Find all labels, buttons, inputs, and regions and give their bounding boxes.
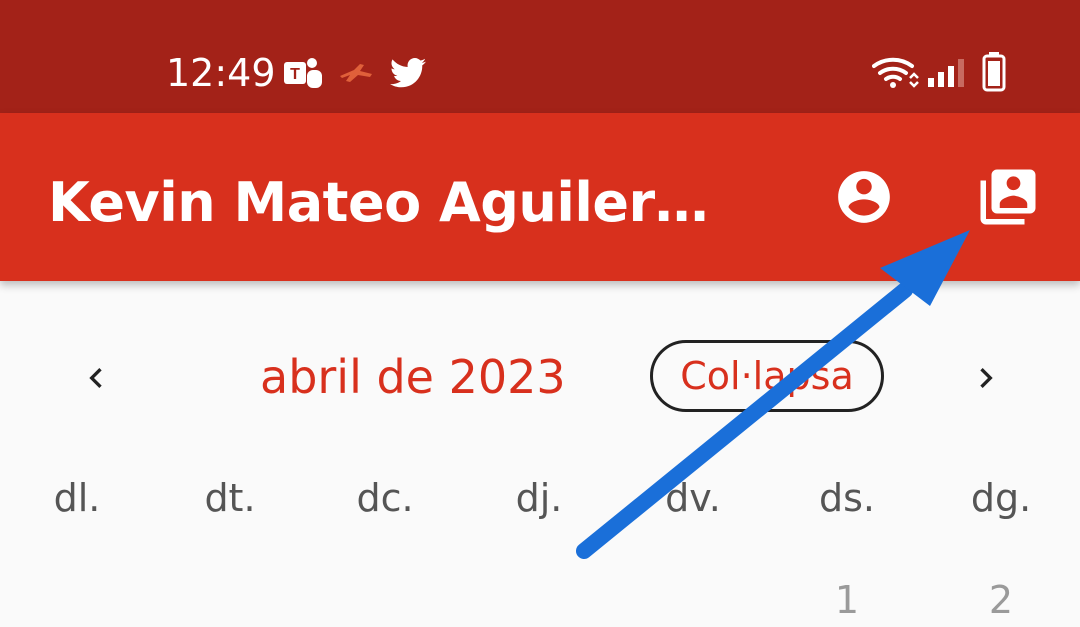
wifi-icon xyxy=(872,57,919,88)
svg-text:T: T xyxy=(290,66,300,83)
chevron-right-icon xyxy=(980,368,993,388)
app-bar: Kevin Mateo Aguilera G... xyxy=(0,113,1080,281)
weekday-label: dj. xyxy=(515,476,563,520)
status-bar: 12:49 T xyxy=(0,0,1080,113)
page-title: Kevin Mateo Aguilera G... xyxy=(48,173,738,233)
teams-icon: T xyxy=(284,58,322,88)
account-button[interactable] xyxy=(824,157,904,237)
weekday-label: dv. xyxy=(665,476,721,520)
status-time: 12:49 xyxy=(166,51,276,95)
weekday-label: ds. xyxy=(819,476,875,520)
account-circle-icon xyxy=(838,171,890,223)
collapse-button[interactable]: Col·lapsa xyxy=(650,340,884,412)
next-month-button[interactable] xyxy=(954,346,1018,410)
flight-icon xyxy=(340,64,372,82)
calendar-day[interactable]: 1 xyxy=(807,576,887,624)
weekday-label: dc. xyxy=(356,476,414,520)
battery-icon xyxy=(982,52,1006,92)
twitter-icon xyxy=(390,58,426,88)
previous-month-button[interactable] xyxy=(64,346,128,410)
switch-profile-icon xyxy=(980,169,1036,225)
month-title: abril de 2023 xyxy=(260,350,566,404)
calendar-day[interactable]: 2 xyxy=(961,576,1041,624)
weekday-label: dl. xyxy=(53,476,101,520)
chevron-left-icon xyxy=(89,368,102,388)
signal-icon xyxy=(928,59,964,87)
weekday-label: dg. xyxy=(970,476,1032,520)
weekday-label: dt. xyxy=(204,476,256,520)
switch-profile-button[interactable] xyxy=(968,157,1048,237)
